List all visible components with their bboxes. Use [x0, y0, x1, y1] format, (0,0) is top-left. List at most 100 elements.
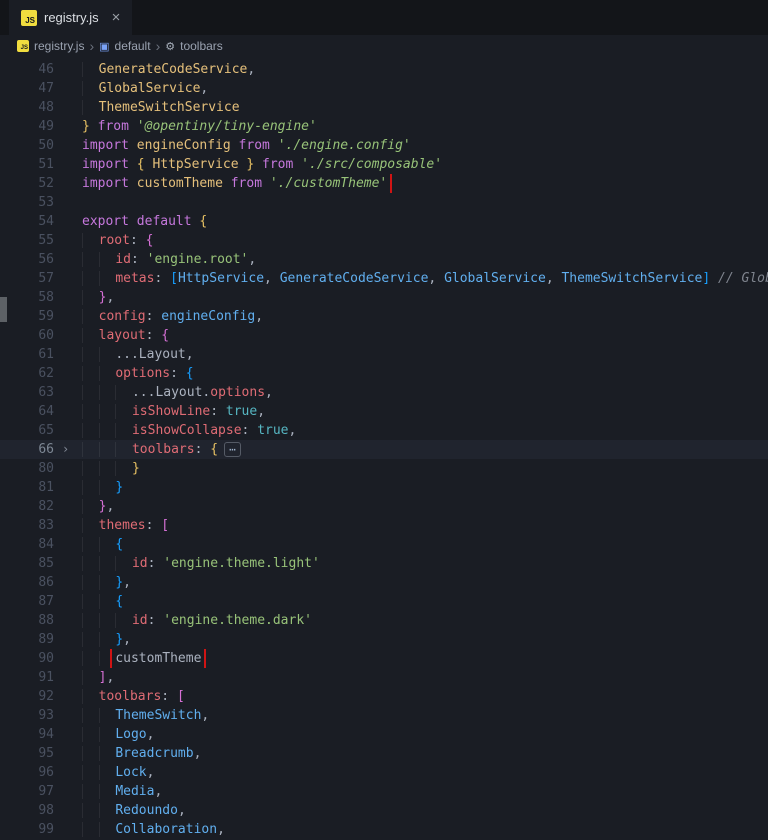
code-token: import — [82, 138, 129, 153]
tab-registry-js[interactable]: JS registry.js × — [9, 0, 133, 35]
code-line[interactable]: 66 › toolbars: {⋯ — [0, 440, 768, 459]
code-line[interactable]: 58 }, — [0, 288, 768, 307]
code-line[interactable]: 90 customTheme — [0, 649, 768, 668]
tab-close-icon[interactable]: × — [112, 9, 121, 26]
code-token: import — [82, 157, 129, 172]
breadcrumb-member-toolbars[interactable]: toolbars — [180, 39, 223, 53]
indent-guide — [98, 271, 116, 286]
code-line[interactable]: 94 Logo, — [0, 725, 768, 744]
code-line[interactable]: 97 Media, — [0, 782, 768, 801]
code-token: GenerateCodeService — [279, 271, 429, 286]
gutter-fold-column — [54, 193, 82, 212]
gutter-fold-column — [54, 307, 82, 326]
code-text: import engineConfig from './engine.confi… — [82, 136, 768, 155]
code-line[interactable]: 64 isShowLine: true, — [0, 402, 768, 421]
line-number: 82 — [38, 499, 54, 514]
code-line[interactable]: 81 } — [0, 478, 768, 497]
indent-guide — [82, 822, 99, 837]
indent-guide — [98, 537, 116, 552]
line-number: 95 — [38, 746, 54, 761]
gutter-fold-column — [54, 516, 82, 535]
code-token: toolbars — [131, 442, 195, 457]
code-token: : — [170, 366, 186, 381]
code-token: } — [115, 575, 124, 590]
indent-guide — [82, 233, 99, 248]
indent-guide — [115, 404, 132, 419]
code-token: ThemeSwitchService — [561, 271, 703, 286]
indent-guide — [82, 727, 99, 742]
code-line[interactable]: 51 import { HttpService } from './src/com… — [0, 155, 768, 174]
breadcrumb-symbol-default[interactable]: default — [115, 39, 151, 53]
code-token: Logo — [115, 727, 147, 742]
code-token: config — [98, 309, 146, 324]
code-line[interactable]: 86 }, — [0, 573, 768, 592]
code-line[interactable]: 99 Collaboration, — [0, 820, 768, 839]
code-line[interactable]: 49} from '@opentiny/tiny-engine' — [0, 117, 768, 136]
folded-code-badge[interactable]: ⋯ — [224, 442, 241, 457]
code-line[interactable]: 85 id: 'engine.theme.light' — [0, 554, 768, 573]
code-line[interactable]: 92 toolbars: [ — [0, 687, 768, 706]
code-token: from — [97, 119, 129, 134]
code-token: , — [146, 765, 155, 780]
code-line[interactable]: 87 { — [0, 592, 768, 611]
code-line[interactable]: 61 ...Layout, — [0, 345, 768, 364]
code-line[interactable]: 91 ], — [0, 668, 768, 687]
code-token: , — [123, 575, 131, 590]
code-line[interactable]: 84 { — [0, 535, 768, 554]
code-token: { — [210, 442, 219, 457]
code-line[interactable]: 82 }, — [0, 497, 768, 516]
line-number: 97 — [38, 784, 54, 799]
line-number: 49 — [38, 119, 54, 134]
code-token: , — [146, 727, 155, 742]
code-token: './engine.config' — [277, 138, 411, 153]
code-line[interactable]: 93 ThemeSwitch, — [0, 706, 768, 725]
fold-chevron-icon[interactable]: › — [54, 440, 82, 459]
code-line[interactable]: 53 — [0, 193, 768, 212]
line-number: 56 — [38, 252, 54, 267]
code-token: , — [264, 271, 280, 286]
code-token: options — [115, 366, 171, 381]
code-line[interactable]: 65 isShowCollapse: true, — [0, 421, 768, 440]
code-line[interactable]: 54 export default { — [0, 212, 768, 231]
code-token: from — [262, 157, 294, 172]
code-line[interactable]: 96 Lock, — [0, 763, 768, 782]
indent-guide — [82, 594, 99, 609]
code-line[interactable]: 47 GlobalService, — [0, 79, 768, 98]
code-line[interactable]: 48 ThemeSwitchService — [0, 98, 768, 117]
indent-guide — [98, 784, 116, 799]
indent-guide — [98, 822, 116, 837]
code-line[interactable]: 52 import customTheme from './customTheme… — [0, 174, 768, 193]
gutter-fold-column — [54, 174, 82, 193]
gutter-fold-column — [54, 402, 82, 421]
code-line[interactable]: 88 id: 'engine.theme.dark' — [0, 611, 768, 630]
code-token: layout — [98, 328, 146, 343]
line-number: 80 — [38, 461, 54, 476]
code-line[interactable]: 95 Breadcrumb, — [0, 744, 768, 763]
code-line[interactable]: 60 layout: { — [0, 326, 768, 345]
code-line[interactable]: 62 options: { — [0, 364, 768, 383]
annotation-box: customTheme — [110, 649, 207, 668]
code-editor[interactable]: 46 GenerateCodeService, 47 GlobalService,… — [0, 57, 768, 840]
code-token: : — [241, 423, 258, 438]
code-token: default — [136, 214, 192, 229]
code-token: [ — [161, 518, 170, 533]
code-text: export default { — [82, 212, 768, 231]
gutter-fold-column — [54, 782, 82, 801]
line-number: 53 — [38, 195, 54, 210]
code-line[interactable]: 55 root: { — [0, 231, 768, 250]
code-line[interactable]: 63 ...Layout.options, — [0, 383, 768, 402]
code-line[interactable]: 50 import engineConfig from './engine.con… — [0, 136, 768, 155]
code-line[interactable]: 56 id: 'engine.root', — [0, 250, 768, 269]
code-line[interactable]: 83 themes: [ — [0, 516, 768, 535]
code-line[interactable]: 80 } — [0, 459, 768, 478]
code-line[interactable]: 89 }, — [0, 630, 768, 649]
code-line[interactable]: 98 Redoundo, — [0, 801, 768, 820]
breadcrumb-file[interactable]: registry.js — [34, 39, 84, 53]
indent-guide — [98, 594, 116, 609]
code-line[interactable]: 59 config: engineConfig, — [0, 307, 768, 326]
code-line[interactable]: 57 metas: [HttpService, GenerateCodeServ… — [0, 269, 768, 288]
indent-guide — [82, 81, 99, 96]
code-line[interactable]: 46 GenerateCodeService, — [0, 60, 768, 79]
